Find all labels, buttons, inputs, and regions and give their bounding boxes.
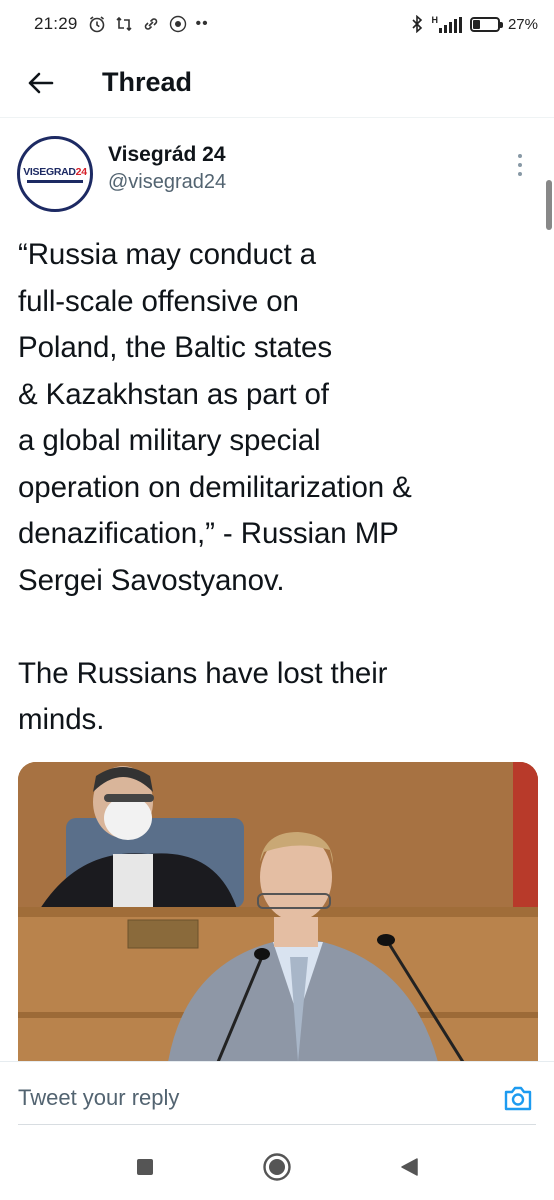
link-icon xyxy=(144,18,157,30)
recents-button[interactable] xyxy=(127,1149,163,1185)
speaker-photo xyxy=(18,762,538,1061)
system-back-button[interactable] xyxy=(391,1149,427,1185)
avatar-logo-number: 24 xyxy=(75,165,87,178)
author-name[interactable]: Visegrád 24 xyxy=(108,143,226,167)
notification-icons: •• xyxy=(88,15,209,33)
vertical-dots-icon-dot xyxy=(518,163,522,167)
bluetooth-icon xyxy=(412,15,423,33)
author-handle[interactable]: @visegrad24 xyxy=(108,171,226,194)
tweet-image[interactable] xyxy=(18,762,538,1061)
camera-button[interactable] xyxy=(502,1082,534,1114)
battery-percent: 27% xyxy=(507,15,538,33)
vertical-dots-icon xyxy=(518,154,522,158)
header: Thread xyxy=(0,48,554,118)
network-type: H xyxy=(431,14,438,25)
avatar[interactable]: VISEGRAD24 xyxy=(17,136,93,212)
home-button[interactable] xyxy=(259,1149,295,1185)
author-info: Visegrád 24 @visegrad24 xyxy=(108,143,226,216)
more-options-button[interactable] xyxy=(510,150,530,180)
back-button[interactable] xyxy=(20,63,60,103)
page-title: Thread xyxy=(102,67,193,97)
triangle-back-icon xyxy=(401,1157,418,1176)
tweet: VISEGRAD24 Visegrád 24 @visegrad24 “Russ… xyxy=(0,118,554,1061)
battery-fill xyxy=(472,19,480,29)
system-nav-bar xyxy=(0,1133,554,1200)
scrollbar[interactable] xyxy=(546,180,552,230)
status-time: 21:29 xyxy=(34,14,78,33)
reply-bar: Tweet your reply xyxy=(0,1061,554,1133)
square-icon xyxy=(137,1158,153,1175)
battery-icon xyxy=(469,16,503,32)
tweet-text: “Russia may conduct a full-scale offensi… xyxy=(18,238,412,736)
cellular-indicator: H xyxy=(431,14,462,33)
status-right: H 27% xyxy=(411,15,538,33)
circle-icon xyxy=(263,1152,291,1181)
avatar-logo-main: VISEGRAD xyxy=(23,165,76,178)
status-left: 21:29 •• xyxy=(34,14,209,34)
status-bar: 21:29 •• H 27% xyxy=(0,0,554,48)
arrow-left-icon xyxy=(28,72,54,93)
retweet-icon xyxy=(115,16,132,32)
camera-icon xyxy=(504,1086,532,1110)
club-badge-icon xyxy=(169,15,186,33)
avatar-logo-bar xyxy=(27,179,83,183)
vertical-dots-icon-dot xyxy=(518,172,522,176)
avatar-logo-text: VISEGRAD24 xyxy=(23,166,87,178)
reply-underline xyxy=(18,1124,536,1125)
reply-input[interactable]: Tweet your reply xyxy=(18,1085,179,1111)
tweet-author: VISEGRAD24 Visegrád 24 @visegrad24 xyxy=(17,136,534,216)
signal-icon xyxy=(438,16,462,33)
more-notifications-icon: •• xyxy=(195,15,209,32)
alarm-icon xyxy=(89,16,104,33)
